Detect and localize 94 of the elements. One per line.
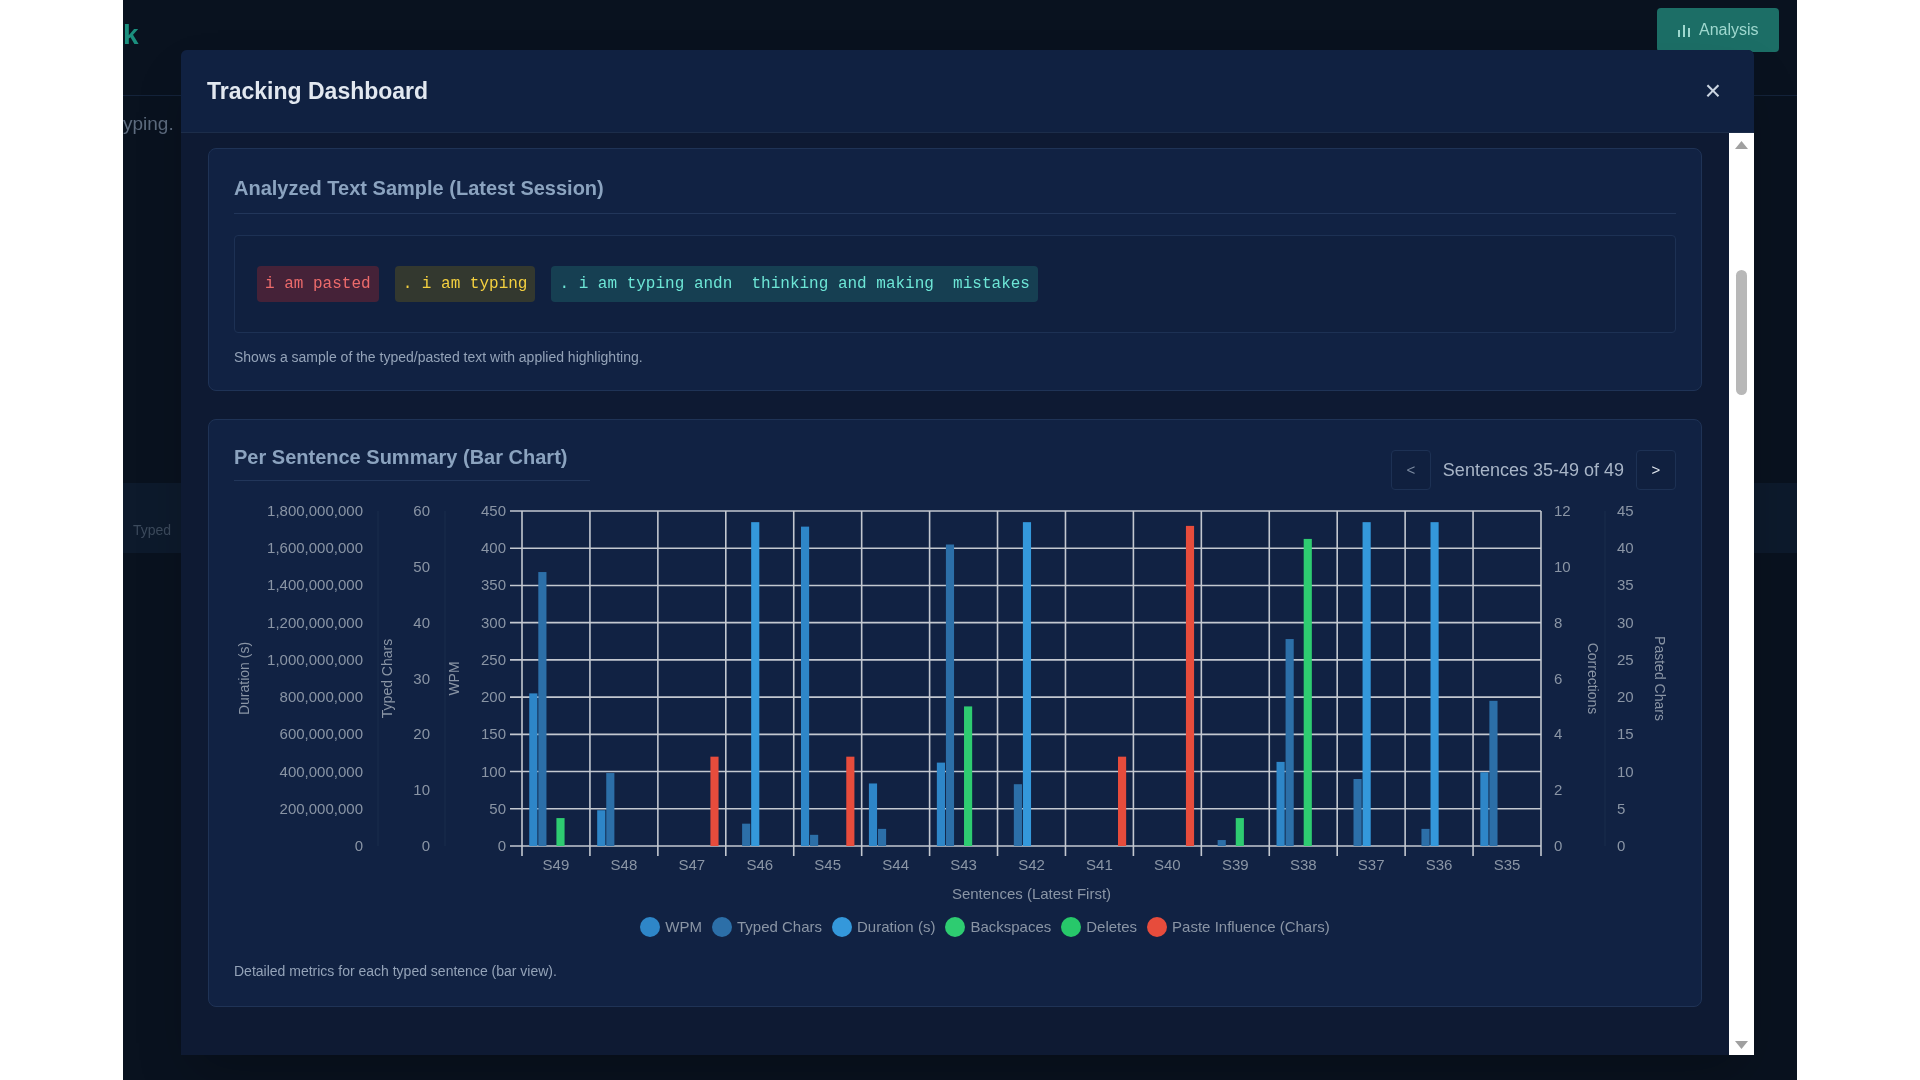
typed-text: . i am typing xyxy=(394,266,536,302)
axis-title: WPM xyxy=(446,661,462,696)
axis-tick-label: 800,000,000 xyxy=(279,688,363,706)
axis-tick-label: 150 xyxy=(480,725,506,743)
axis-tick-label: 15 xyxy=(1617,725,1634,743)
axis-tick-label: S37 xyxy=(1357,856,1385,873)
previous-page-button[interactable]: < xyxy=(1390,450,1431,490)
axis-title: Typed Chars xyxy=(379,638,395,719)
axis-tick-label: 40 xyxy=(1617,539,1634,557)
axis-tick-label: S42 xyxy=(1018,856,1045,873)
axis-tick-label: 20 xyxy=(1617,688,1634,706)
section-title: Analyzed Text Sample (Latest Session) xyxy=(234,173,1676,214)
scrollbar[interactable] xyxy=(1729,133,1754,1055)
axis-tick-label: 350 xyxy=(480,576,506,594)
axis-tick-label: 40 xyxy=(413,613,430,631)
caption-text: Shows a sample of the typed/pasted text with applied highlighting. xyxy=(234,348,644,367)
axis-tick-label: 30 xyxy=(413,669,430,687)
axis-tick-label: S38 xyxy=(1289,856,1317,873)
axis-tick-label: 10 xyxy=(1554,557,1571,575)
axis-tick-label: 50 xyxy=(413,557,430,575)
axis-tick-label: S40 xyxy=(1154,856,1181,873)
axis-tick-label: 0 xyxy=(354,837,363,854)
legend-label[interactable]: WPM xyxy=(665,916,702,939)
legend-label[interactable]: Backspaces xyxy=(970,916,1052,939)
axis-tick-label: 1,800,000,000 xyxy=(267,502,363,519)
axis-tick-label: 450 xyxy=(480,502,506,519)
axis-tick-label: 100 xyxy=(480,762,506,780)
bar-chart-icon xyxy=(1677,23,1691,37)
axis-tick-label: 400,000,000 xyxy=(279,762,363,780)
axis-tick-label: S36 xyxy=(1425,856,1453,873)
legend-label[interactable]: Typed Chars xyxy=(736,916,822,939)
legend-label[interactable]: Duration (s) xyxy=(857,916,936,939)
axis-tick-label: S44 xyxy=(882,856,909,873)
axis-tick-label: 45 xyxy=(1617,502,1634,519)
caption-text: Detailed metrics for each typed sentence (bar view). xyxy=(234,961,558,981)
corrected-text: . i am typing andn thinking and making mistakes xyxy=(551,266,1038,302)
axis-tick-label: 0 xyxy=(421,837,430,854)
pasted-text: i am pasted xyxy=(257,266,379,302)
axis-tick-label: 10 xyxy=(1617,762,1634,780)
axis-tick-label: 200,000,000 xyxy=(279,799,363,817)
axis-tick-label: S49 xyxy=(542,856,570,873)
axis-tick-label: 10 xyxy=(413,781,430,799)
axis-tick-label: S45 xyxy=(814,856,842,873)
axis-tick-label: 1,200,000,000 xyxy=(267,613,363,631)
axis-tick-label: 1,000,000,000 xyxy=(267,650,363,668)
axis-title: Pasted Chars xyxy=(1652,636,1668,721)
scroll-down-icon[interactable] xyxy=(1735,1041,1748,1049)
axis-tick-label: 1,400,000,000 xyxy=(267,576,363,594)
axis-tick-label: S43 xyxy=(950,856,977,873)
axis-tick-label: 6 xyxy=(1554,669,1563,687)
scroll-up-icon[interactable] xyxy=(1735,141,1748,149)
close-button[interactable]: × xyxy=(1698,76,1728,106)
axis-tick-label: S41 xyxy=(1086,856,1113,873)
axis-tick-label: 200 xyxy=(480,688,506,706)
axis-tick-label: 1,600,000,000 xyxy=(267,539,363,557)
axis-tick-label: 250 xyxy=(480,650,506,668)
bar xyxy=(1217,840,1226,846)
page-range-text: Sentences 35-49 of 49 xyxy=(1442,458,1624,482)
axis-tick-label: 0 xyxy=(1617,837,1626,854)
axis-tick-label: S48 xyxy=(610,856,638,873)
axis-tick-label: 5 xyxy=(1617,799,1626,817)
axis-title: Corrections xyxy=(1585,642,1601,715)
axis-tick-label: 0 xyxy=(497,837,506,854)
bar xyxy=(1235,818,1244,846)
axis-tick-label: 600,000,000 xyxy=(279,725,363,743)
bar xyxy=(556,818,565,846)
axis-tick-label: 2 xyxy=(1554,781,1563,799)
analysis-button[interactable]: Analysis xyxy=(1657,8,1779,52)
axis-tick-label: 300 xyxy=(480,613,506,631)
legend-label[interactable]: Deletes xyxy=(1086,916,1138,939)
axis-tick-label: 60 xyxy=(413,502,430,519)
logo-text: k xyxy=(123,18,139,52)
axis-tick-label: 30 xyxy=(1617,613,1634,631)
axis-tick-label: S39 xyxy=(1221,856,1249,873)
axis-tick-label: S46 xyxy=(746,856,774,873)
axis-tick-label: 12 xyxy=(1554,502,1571,519)
legend-label[interactable]: Paste Influence (Chars) xyxy=(1172,916,1330,939)
axis-tick-label: 50 xyxy=(489,799,506,817)
axis-title: Sentences (Latest First) xyxy=(951,885,1112,902)
axis-tick-label: S35 xyxy=(1493,856,1521,873)
axis-tick-label: 4 xyxy=(1554,725,1563,743)
axis-tick-label: 25 xyxy=(1617,650,1634,668)
axis-tick-label: 35 xyxy=(1617,576,1634,594)
section-title: Per Sentence Summary (Bar Chart) xyxy=(234,442,590,481)
axis-title: Duration (s) xyxy=(236,641,252,716)
body-text: yping. xyxy=(123,112,174,136)
axis-tick-label: 8 xyxy=(1554,613,1563,631)
axis-tick-label: 20 xyxy=(413,725,430,743)
axis-tick-label: 0 xyxy=(1554,837,1563,854)
axis-tick-label: 400 xyxy=(480,539,506,557)
scrollbar-thumb[interactable] xyxy=(1736,270,1747,395)
modal-title: Tracking Dashboard xyxy=(207,76,429,106)
next-page-button[interactable]: > xyxy=(1636,450,1676,490)
axis-tick-label: S47 xyxy=(678,856,706,873)
